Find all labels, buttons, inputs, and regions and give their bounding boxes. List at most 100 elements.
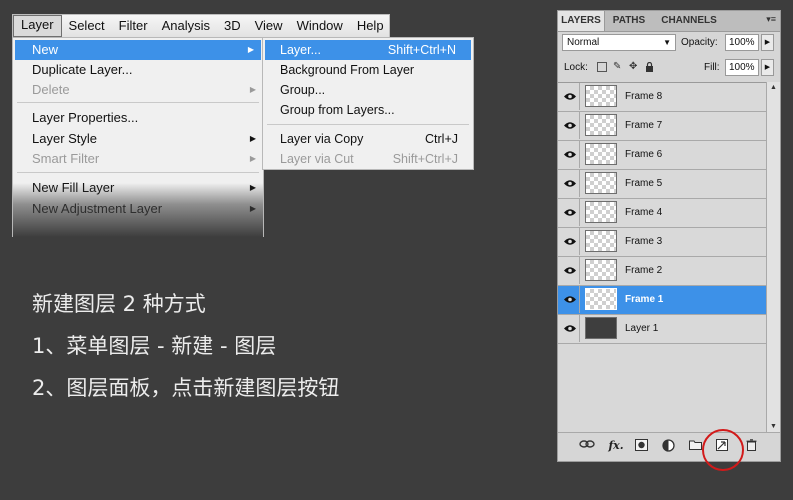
blend-mode-select[interactable]: Normal ▼	[562, 34, 676, 51]
shortcut-label: Shift+Ctrl+N	[387, 43, 456, 57]
menu-item-layer-properties[interactable]: Layer Properties...	[13, 108, 263, 128]
mask-icon[interactable]	[634, 439, 648, 453]
submenu-item-group-from-layers[interactable]: Group from Layers...	[263, 100, 473, 120]
menu-item-delete[interactable]: Delete ▶	[13, 80, 263, 100]
menu-item-label: Layer Style	[32, 131, 98, 146]
caption-step-2: 2、图层面板，点击新建图层按钮	[32, 376, 340, 400]
submenu-item-layer-via-copy[interactable]: Layer via Copy Ctrl+J	[263, 129, 473, 149]
tab-paths[interactable]: PATHS	[608, 11, 650, 31]
tab-layers[interactable]: LAYERS	[558, 11, 605, 31]
menu-help[interactable]: Help	[350, 16, 391, 36]
group-folder-icon[interactable]	[688, 439, 702, 453]
tab-channels[interactable]: CHANNELS	[654, 11, 724, 31]
menu-item-label: New	[32, 42, 59, 57]
submenu-item-label: Group from Layers...	[280, 103, 395, 117]
new-submenu: Layer... Shift+Ctrl+N Background From La…	[262, 37, 474, 170]
caption-step-1: 1、菜单图层 - 新建 - 图层	[32, 334, 277, 358]
layer-name: Frame 2	[625, 265, 663, 276]
layer-thumbnail	[585, 85, 617, 107]
menu-item-new[interactable]: New ▶	[15, 40, 261, 60]
layer-name: Frame 3	[625, 236, 663, 247]
visibility-eye-icon[interactable]	[560, 170, 580, 197]
lock-move-icon[interactable]: ✥	[629, 62, 639, 72]
menu-bar: Layer Select Filter Analysis 3D View Win…	[12, 14, 390, 38]
blend-mode-value: Normal	[567, 37, 600, 48]
lock-all-icon[interactable]	[645, 61, 655, 72]
layers-panel: LAYERS PATHS CHANNELS ▾≡ Normal ▼ Opacit…	[557, 10, 781, 462]
menu-window[interactable]: Window	[290, 16, 350, 36]
panel-tabs: LAYERS PATHS CHANNELS ▾≡	[558, 11, 780, 32]
visibility-eye-icon[interactable]	[560, 315, 580, 342]
layer-menu-dropdown: New ▶ Duplicate Layer... Delete ▶ Layer …	[12, 37, 264, 237]
scroll-up-icon[interactable]: ▲	[767, 82, 780, 94]
lock-label: Lock:	[564, 62, 588, 73]
menu-analysis[interactable]: Analysis	[155, 16, 217, 36]
layer-name: Layer 1	[625, 323, 659, 334]
menu-item-layer-style[interactable]: Layer Style ▶	[13, 129, 263, 149]
submenu-arrow-icon: ▶	[249, 134, 256, 143]
submenu-arrow-icon: ▶	[249, 204, 256, 213]
panel-menu-icon[interactable]: ▾≡	[766, 14, 776, 25]
fill-label: Fill:	[704, 62, 720, 73]
lock-brush-icon[interactable]: ✎	[613, 62, 623, 72]
menu-separator	[17, 102, 259, 103]
visibility-eye-icon[interactable]	[560, 112, 580, 139]
menu-item-label: Delete	[32, 82, 70, 97]
layer-row[interactable]: Layer 1	[558, 315, 766, 344]
submenu-item-layer-via-cut[interactable]: Layer via Cut Shift+Ctrl+J	[263, 149, 473, 169]
opacity-slider-toggle[interactable]: ▶	[761, 34, 774, 51]
submenu-item-label: Group...	[280, 83, 326, 97]
menu-item-smart-filter[interactable]: Smart Filter ▶	[13, 149, 263, 169]
shortcut-label: Shift+Ctrl+J	[392, 152, 458, 166]
layer-row[interactable]: Frame 8	[558, 83, 766, 112]
menu-item-label: Duplicate Layer...	[32, 62, 133, 77]
lock-transparency-icon[interactable]	[597, 62, 607, 72]
menu-item-new-adjustment-layer[interactable]: New Adjustment Layer ▶	[13, 199, 263, 219]
menu-3d[interactable]: 3D	[217, 16, 248, 36]
visibility-eye-icon[interactable]	[560, 199, 580, 226]
trash-icon[interactable]	[744, 439, 758, 453]
menu-separator	[267, 124, 469, 125]
menu-item-duplicate-layer[interactable]: Duplicate Layer...	[13, 60, 263, 80]
visibility-eye-icon[interactable]	[560, 257, 580, 284]
menu-filter[interactable]: Filter	[112, 16, 155, 36]
visibility-eye-icon[interactable]	[560, 286, 580, 313]
visibility-eye-icon[interactable]	[560, 141, 580, 168]
layer-row[interactable]: Frame 5	[558, 170, 766, 199]
submenu-item-label: Layer via Copy	[280, 132, 364, 146]
link-layers-icon[interactable]	[578, 439, 596, 453]
menu-layer[interactable]: Layer	[13, 15, 62, 37]
opacity-label: Opacity:	[681, 37, 718, 48]
submenu-arrow-icon: ▶	[247, 45, 254, 54]
menu-select[interactable]: Select	[62, 16, 112, 36]
fill-slider-toggle[interactable]: ▶	[761, 59, 774, 76]
submenu-item-group[interactable]: Group...	[263, 80, 473, 100]
submenu-item-layer[interactable]: Layer... Shift+Ctrl+N	[265, 40, 471, 60]
layer-thumbnail	[585, 201, 617, 223]
layer-name: Frame 4	[625, 207, 663, 218]
layer-thumbnail	[585, 143, 617, 165]
visibility-eye-icon[interactable]	[560, 83, 580, 110]
layer-name: Frame 5	[625, 178, 663, 189]
fx-icon[interactable]: fx.	[606, 439, 626, 453]
layer-row[interactable]: Frame 3	[558, 228, 766, 257]
layer-row[interactable]: Frame 7	[558, 112, 766, 141]
layer-row[interactable]: Frame 1	[558, 286, 766, 315]
layer-row[interactable]: Frame 6	[558, 141, 766, 170]
menu-item-new-fill-layer[interactable]: New Fill Layer ▶	[13, 178, 263, 198]
layer-row[interactable]: Frame 2	[558, 257, 766, 286]
layer-thumbnail	[584, 287, 618, 311]
submenu-item-label: Layer...	[280, 43, 321, 57]
menu-view[interactable]: View	[248, 16, 290, 36]
menu-item-label: New Fill Layer	[32, 180, 115, 195]
layer-list: Frame 8 Frame 7 Frame 6 Frame 5 Frame 4 Frame…	[558, 82, 766, 433]
opacity-input[interactable]: 100%	[725, 34, 759, 51]
submenu-item-background-from-layer[interactable]: Background From Layer	[263, 60, 473, 80]
fill-input[interactable]: 100%	[725, 59, 759, 76]
layer-list-scrollbar[interactable]: ▲ ▼	[766, 82, 780, 433]
layer-thumbnail	[585, 317, 617, 339]
layer-row[interactable]: Frame 4	[558, 199, 766, 228]
chevron-down-icon: ▼	[663, 38, 671, 47]
visibility-eye-icon[interactable]	[560, 228, 580, 255]
adjustment-layer-icon[interactable]	[660, 439, 676, 453]
